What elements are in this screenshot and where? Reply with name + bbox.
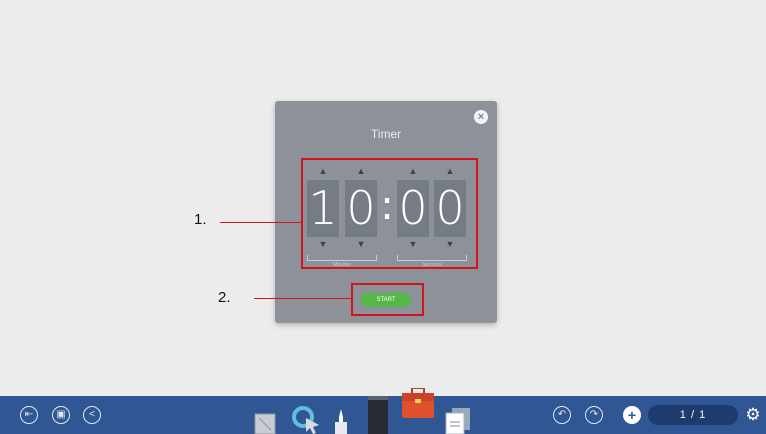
annotation-line-2: [254, 298, 351, 299]
close-icon[interactable]: ×: [474, 110, 488, 124]
redo-icon[interactable]: ↷: [585, 406, 603, 424]
bottom-toolbar: ⇤ ▣ < ↶ ↷ + 1 / 1 ⚙: [0, 388, 766, 434]
share-icon[interactable]: <: [83, 406, 101, 424]
annotation-line-1: [220, 222, 301, 223]
pen-tool-icon[interactable]: [333, 409, 349, 434]
save-icon[interactable]: ▣: [52, 406, 70, 424]
page-indicator[interactable]: 1 / 1: [648, 405, 738, 425]
eraser-tool-icon[interactable]: [254, 412, 276, 434]
annotation-box-2: [351, 283, 424, 316]
undo-icon[interactable]: ↶: [553, 406, 571, 424]
plus-icon[interactable]: +: [623, 406, 641, 424]
timer-title: Timer: [370, 127, 402, 141]
annotation-label-2: 2.: [218, 289, 231, 306]
page-manager-icon[interactable]: [444, 408, 472, 434]
annotation-box-1: [301, 158, 478, 269]
select-tool-icon[interactable]: [292, 405, 322, 434]
marker-tool-icon[interactable]: [367, 396, 389, 434]
gear-icon[interactable]: ⚙: [744, 404, 762, 426]
exit-icon[interactable]: ⇤: [20, 406, 38, 424]
annotation-label-1: 1.: [194, 211, 207, 228]
toolbox-icon[interactable]: [402, 388, 434, 418]
